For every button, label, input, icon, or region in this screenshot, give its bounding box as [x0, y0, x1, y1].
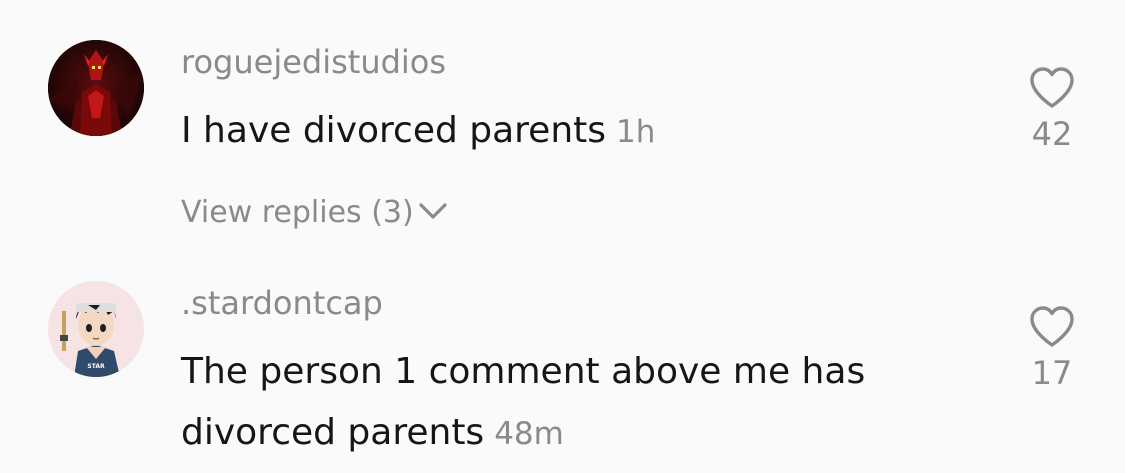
view-replies-button[interactable]: View replies (3): [181, 193, 448, 233]
anime-boy-avatar-icon: STAR: [48, 281, 144, 377]
view-replies-label: View replies (3): [181, 195, 414, 230]
username[interactable]: .stardontcap: [181, 283, 383, 323]
comment-text: The person 1 comment above me has divorc…: [181, 341, 961, 465]
like-button[interactable]: 17: [1012, 305, 1092, 391]
avatar-badge: STAR: [87, 363, 105, 370]
comment-body: I have divorced parents: [181, 110, 607, 151]
like-button[interactable]: 42: [1012, 66, 1092, 152]
like-count: 42: [1031, 115, 1073, 153]
avatar[interactable]: STAR: [48, 281, 144, 377]
comments-list: roguejedistudios I have divorced parents…: [0, 0, 1125, 473]
heart-icon: [1030, 67, 1074, 108]
like-count: 17: [1031, 354, 1073, 392]
red-masked-figure-avatar-icon: [48, 40, 144, 136]
timestamp: 48m: [494, 416, 564, 452]
comment-item: STAR .stardontcap The person 1 comment a…: [0, 265, 1125, 473]
username[interactable]: roguejedistudios: [181, 42, 446, 82]
avatar[interactable]: [48, 40, 144, 136]
comment-item: roguejedistudios I have divorced parents…: [0, 0, 1125, 250]
comment-text: I have divorced parents 1h: [181, 100, 961, 163]
timestamp: 1h: [616, 114, 656, 150]
chevron-down-icon: [418, 192, 448, 232]
heart-icon: [1030, 306, 1074, 347]
